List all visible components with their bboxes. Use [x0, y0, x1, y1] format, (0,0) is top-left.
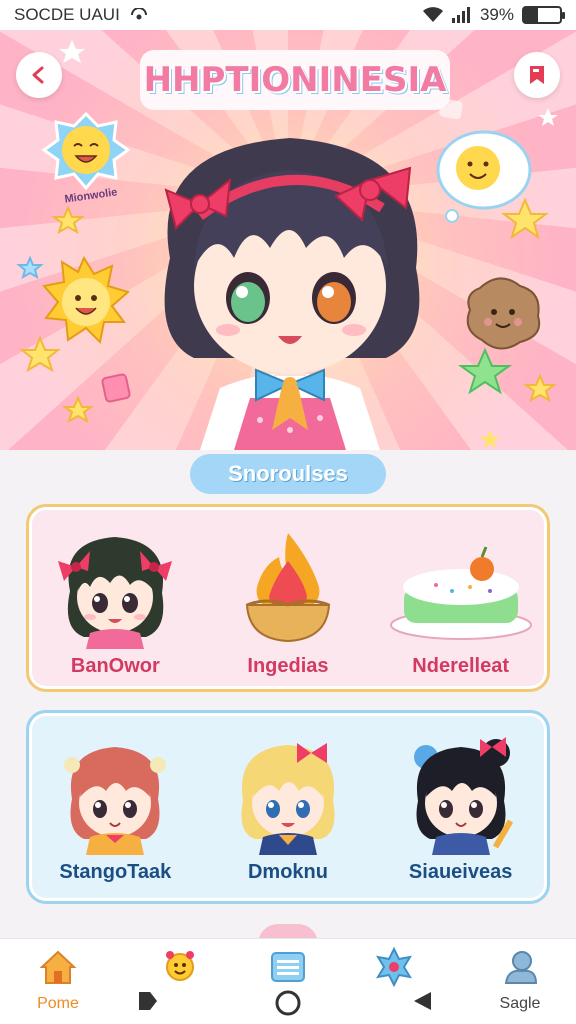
battery-level [524, 8, 539, 22]
nav-profile[interactable]: Sagle [482, 947, 558, 1013]
category-item[interactable]: Siaueiveas [381, 727, 541, 884]
category-item[interactable]: BanOwor [35, 521, 195, 678]
notification-icon [130, 8, 147, 20]
home-system-icon[interactable] [274, 989, 302, 1017]
category-label: Dmoknu [247, 861, 328, 883]
category-item[interactable]: StangoTaak [35, 727, 195, 884]
status-left-text: SOCDE UAUI [14, 5, 120, 24]
sun-character-decoration-icon [42, 255, 131, 345]
status-left: SOCDE UAUI [14, 5, 148, 25]
category-label: Ingedias [247, 655, 329, 677]
thought-bubble-decoration-icon [436, 130, 532, 223]
section-title: Snoroulses [190, 454, 386, 494]
hero-banner: Mionwolie HHPTIONINESIA [0, 30, 576, 450]
main-character-illustration [164, 138, 420, 450]
back-system-icon[interactable] [410, 989, 434, 1013]
sun-character-icon [166, 951, 194, 981]
nav-item-3[interactable] [250, 947, 326, 987]
nav-item-2[interactable] [142, 947, 218, 987]
bookmark-button[interactable] [514, 52, 560, 98]
status-bar: SOCDE UAUI 39% [0, 0, 576, 30]
wifi-icon [422, 7, 443, 22]
category-label: BanOwor [70, 655, 160, 677]
battery-percent: 39% [479, 5, 514, 24]
app-title: HHPTIONINESIA [140, 50, 450, 110]
nav-home[interactable]: Pome [20, 947, 96, 1013]
category-label: Siaueiveas [408, 861, 513, 883]
star-badge-icon [376, 947, 412, 987]
category-label: StangoTaak [59, 861, 172, 883]
battery-icon [522, 6, 565, 24]
speech-badge-decoration-icon [41, 111, 131, 191]
frosted-cake-icon [389, 546, 532, 640]
chibi-girl-blonde-icon [241, 743, 335, 855]
nav-home-label: Pome [37, 995, 79, 1012]
category-card-1: BanOwor Ingedias Nderelleat [26, 504, 550, 692]
bookmark-icon [530, 66, 544, 84]
signal-icon [451, 7, 470, 23]
category-item[interactable]: Ingedias [208, 521, 368, 678]
home-icon [39, 950, 77, 984]
nav-item-4[interactable] [356, 947, 432, 987]
chibi-girl-black-bun-icon [413, 737, 513, 855]
back-arrow-icon [32, 66, 44, 84]
profile-icon [504, 951, 538, 984]
back-button[interactable] [16, 52, 62, 98]
recent-apps-icon[interactable] [136, 989, 160, 1013]
list-icon [271, 952, 305, 982]
flame-tart-icon [245, 533, 331, 643]
chibi-girl-red-hair-icon [64, 747, 167, 855]
bottom-nav: Pome Sagle [0, 938, 576, 1024]
cookie-character-decoration-icon [466, 277, 541, 350]
category-card-2: StangoTaak Dmoknu Siaueiveas [26, 710, 550, 904]
nav-profile-label: Sagle [499, 995, 541, 1012]
confetti-square-icon [101, 373, 131, 403]
category-item[interactable]: Dmoknu [208, 727, 368, 884]
category-label: Nderelleat [412, 655, 509, 677]
status-right: 39% [422, 5, 565, 25]
chibi-girl-ponytail-icon [58, 537, 173, 649]
category-item[interactable]: Nderelleat [381, 521, 541, 678]
